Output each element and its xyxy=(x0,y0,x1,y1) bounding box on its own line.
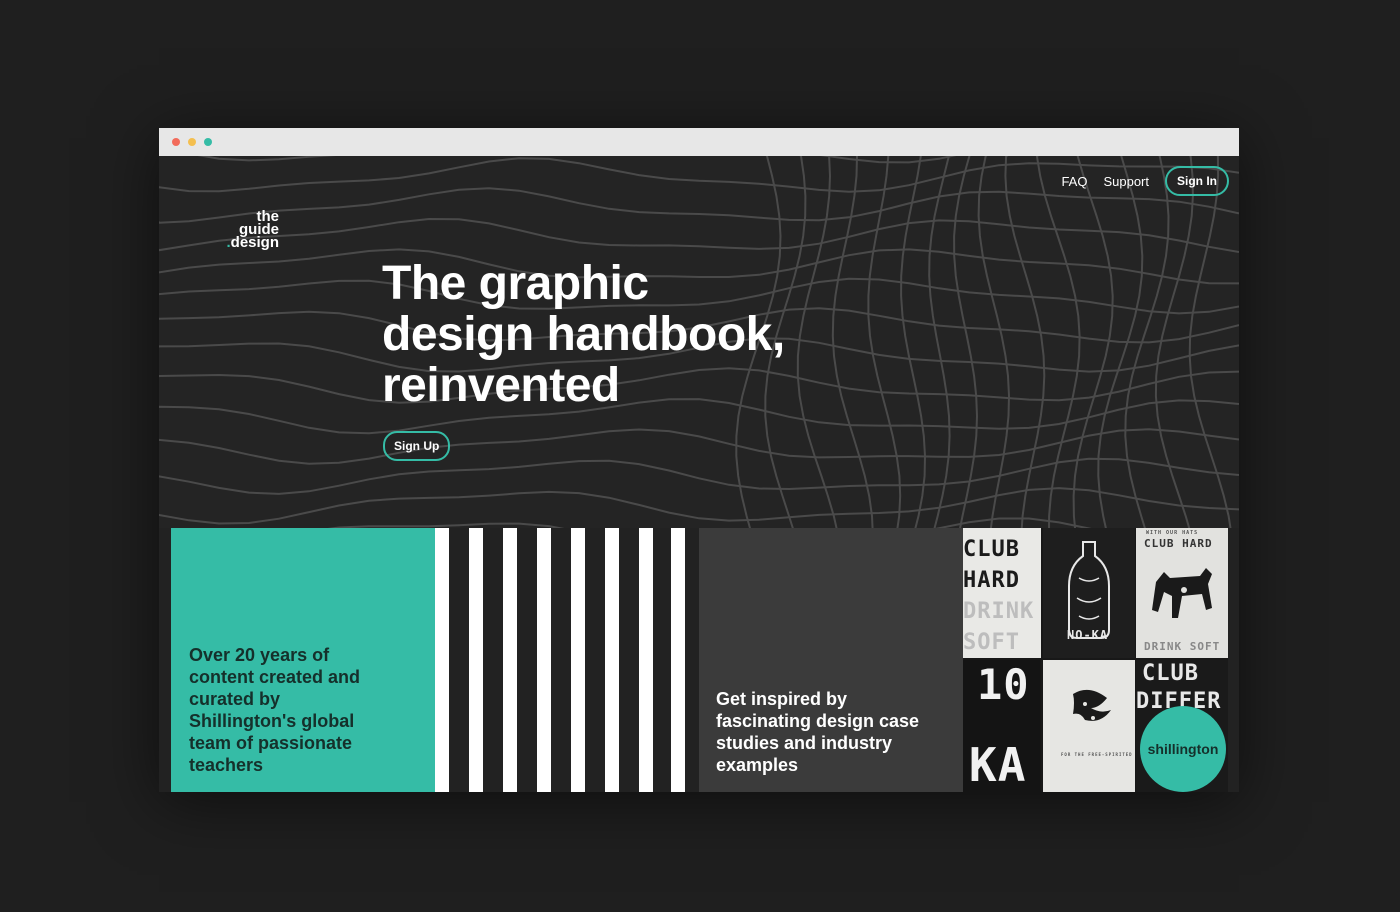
poster-big-ka: KA xyxy=(969,738,1027,792)
browser-titlebar xyxy=(159,128,1239,156)
poster-word: SOFT xyxy=(963,630,1020,655)
contour-line xyxy=(159,487,1239,525)
posters-tile[interactable]: CLUB HARD DRINK SOFT NO-KA WITH OUR HATS… xyxy=(963,528,1228,792)
free-caption: FOR THE FREE-SPIRITED xyxy=(1061,752,1133,757)
stripe xyxy=(671,528,685,792)
stripes-tile xyxy=(435,528,687,792)
logo-design-text: design xyxy=(230,234,279,251)
club-text: CLUB xyxy=(1142,661,1199,686)
contour-line xyxy=(900,156,927,528)
poster-ten: 10 xyxy=(977,660,1030,709)
stripe xyxy=(639,528,653,792)
stripe xyxy=(605,528,619,792)
contour-line xyxy=(327,517,1092,528)
feature-tiles: Over 20 years of content created and cur… xyxy=(159,528,1239,792)
small-caption: WITH OUR HATS xyxy=(1146,530,1199,536)
headline-line-1: The graphic xyxy=(382,257,649,310)
sign-in-button[interactable]: Sign In xyxy=(1165,166,1229,196)
hero-headline: The graphic design handbook, reinvented xyxy=(382,258,862,411)
sign-up-button[interactable]: Sign Up xyxy=(383,431,451,461)
case-studies-tile-text: Get inspired by fascinating design case … xyxy=(716,689,920,775)
logo-line-design: .design xyxy=(217,234,279,251)
figure-icon xyxy=(1073,689,1111,721)
poster-noka: NO-KA xyxy=(1043,528,1135,658)
contour-line xyxy=(159,217,1239,253)
noka-label: NO-KA xyxy=(1067,628,1109,642)
headline-line-3: reinvented xyxy=(382,359,620,412)
contour-line xyxy=(1035,156,1081,528)
maximize-window-icon[interactable] xyxy=(204,138,212,146)
close-window-icon[interactable] xyxy=(172,138,180,146)
poster-word: DRINK xyxy=(963,599,1035,624)
contour-line xyxy=(1154,156,1194,528)
top-nav: FAQ Support Sign In xyxy=(1061,166,1229,196)
teachers-tile-text: Over 20 years of content created and cur… xyxy=(189,645,361,775)
nav-faq-link[interactable]: FAQ xyxy=(1061,174,1087,189)
shillington-badge[interactable]: shillington xyxy=(1140,706,1226,792)
stripe xyxy=(571,528,585,792)
stripe xyxy=(503,528,517,792)
contour-line xyxy=(977,156,1011,528)
browser-window: FAQ Support Sign In the guide .design Th… xyxy=(159,128,1239,792)
stripe xyxy=(537,528,551,792)
bottom-right-caption: DRINK SOFT xyxy=(1144,640,1221,653)
teachers-tile[interactable]: Over 20 years of content created and cur… xyxy=(171,528,435,792)
stripe xyxy=(435,528,449,792)
site-logo[interactable]: the guide .design xyxy=(217,209,279,251)
stripe xyxy=(469,528,483,792)
poster-club-hard-text: CLUB HARD DRINK SOFT xyxy=(963,534,1034,658)
minimize-window-icon[interactable] xyxy=(188,138,196,146)
poster-word: CLUB xyxy=(963,537,1020,562)
dog-icon xyxy=(1152,568,1212,618)
poster-dog: WITH OUR HATS CLUB HARD DRINK SOFT xyxy=(1136,528,1228,658)
contour-line xyxy=(953,156,979,528)
hero-section: FAQ Support Sign In the guide .design Th… xyxy=(159,156,1239,528)
case-studies-tile[interactable]: Get inspired by fascinating design case … xyxy=(699,528,963,792)
poster-ka: 10 KA xyxy=(963,660,1041,792)
poster-word: HARD xyxy=(963,568,1020,593)
poster-free-spirited: FOR THE FREE-SPIRITED xyxy=(1043,660,1135,792)
contour-line xyxy=(928,156,951,528)
top-right-caption: CLUB HARD xyxy=(1144,537,1213,550)
nav-support-link[interactable]: Support xyxy=(1103,174,1149,189)
headline-line-2: design handbook, xyxy=(382,308,785,361)
